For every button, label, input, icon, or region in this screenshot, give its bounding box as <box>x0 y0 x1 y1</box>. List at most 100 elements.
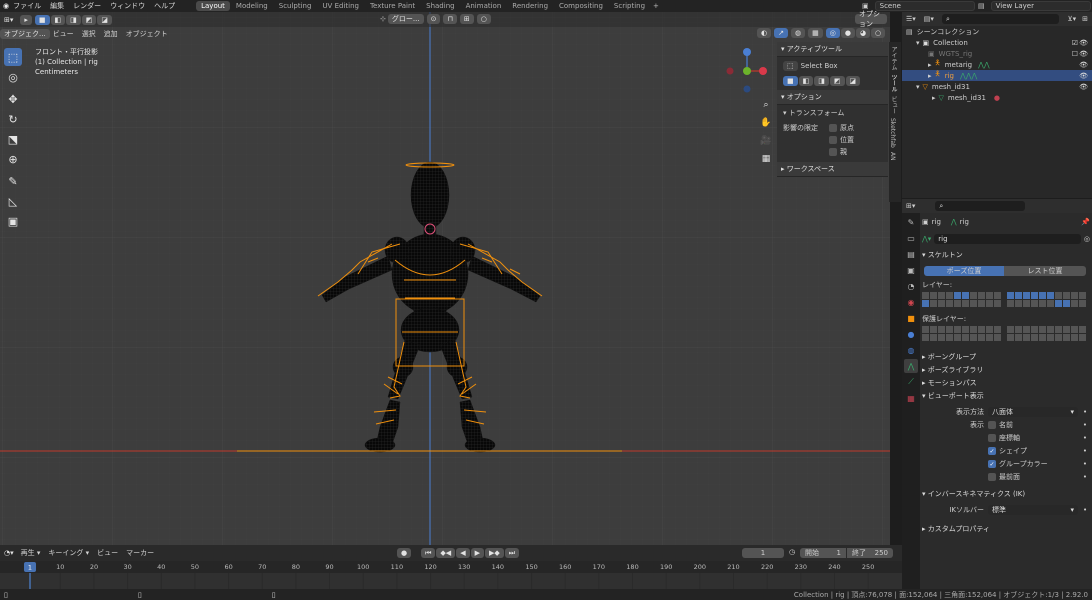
tab-sculpting[interactable]: Sculpting <box>274 1 317 11</box>
menu-add[interactable]: 追加 <box>104 29 118 39</box>
show-group-colors-checkbox[interactable]: ✓ <box>988 460 996 468</box>
current-frame-field[interactable]: 1 <box>742 548 784 558</box>
jump-end-icon[interactable]: ⏭ <box>504 548 520 558</box>
render-tab-icon[interactable]: ▭ <box>904 231 918 245</box>
mode-invert-icon[interactable]: ◩ <box>829 76 845 86</box>
perspective-grid-icon[interactable]: ▦ <box>757 150 775 168</box>
keyframe-dot-icon[interactable]: • <box>1083 447 1087 455</box>
jump-start-icon[interactable]: ⏮ <box>421 548 436 558</box>
properties-search-input[interactable]: ⌕ <box>935 201 1026 211</box>
timeline-view-menu[interactable]: ビュー <box>97 548 118 558</box>
mode-extend-icon[interactable]: ◧ <box>798 76 814 86</box>
properties-editor-icon[interactable]: ⊞▾ <box>906 202 915 210</box>
play-reverse-icon[interactable]: ◀ <box>456 548 470 558</box>
expand-icon[interactable]: ▸ <box>928 72 932 80</box>
transform-icon[interactable]: ⊕ <box>4 150 22 168</box>
menu-object[interactable]: オブジェクト <box>126 29 168 39</box>
select-mode-extend-icon[interactable]: ◧ <box>50 14 66 25</box>
pivot-icon[interactable]: ⊙ <box>426 14 441 24</box>
gizmo-toggle-icon[interactable]: ↗ <box>774 28 788 38</box>
end-frame-field[interactable]: 終了 250 <box>847 548 893 558</box>
menu-help[interactable]: ヘルプ <box>154 1 175 11</box>
outliner-rig[interactable]: ▸ 🯅 rig ⋀⋀⋀ 👁 <box>902 70 1092 81</box>
modifier-tab-icon[interactable]: ● <box>904 327 918 341</box>
playback-menu[interactable]: 再生 ▾ <box>21 548 41 558</box>
proportional-edit-icon[interactable]: ○ <box>476 14 491 24</box>
pan-hand-icon[interactable]: ✋ <box>757 114 775 132</box>
timeline-body[interactable] <box>0 573 902 589</box>
timeline-ruler[interactable]: 10 20 30 40 50 60 70 80 90 100 110 120 130 140 150 160 1… <box>0 561 902 573</box>
mode-new-icon[interactable]: ■ <box>783 76 798 86</box>
protected-layers-grid[interactable] <box>922 326 1088 342</box>
workspace-header[interactable]: ▸ ワークスペース <box>777 162 888 177</box>
select-mode-intersect-icon[interactable]: ◪ <box>97 14 113 25</box>
mode-subtract-icon[interactable]: ◨ <box>814 76 829 86</box>
select-mode-new-icon[interactable]: ■ <box>34 14 50 25</box>
exclude-checkbox-icon[interactable]: ☐ <box>1072 50 1078 58</box>
skeleton-section[interactable]: ▾ スケルトン <box>922 250 1090 262</box>
tool-tab-icon[interactable]: ✎ <box>904 215 918 229</box>
bone-tab-icon[interactable]: ⟋ <box>904 375 918 389</box>
pose-position-button[interactable]: ポーズ位置 <box>924 266 1004 276</box>
move-icon[interactable]: ✥ <box>4 90 22 108</box>
tab-an[interactable]: AN <box>889 152 896 161</box>
outliner-wgts[interactable]: ▣ WGTS_rig ☐ 👁 <box>902 48 1092 59</box>
select-mode-subtract-icon[interactable]: ◨ <box>66 14 81 25</box>
tab-sketchfab[interactable]: Sketchfab <box>889 118 896 148</box>
bone-groups-section[interactable]: ▸ ボーングループ <box>922 352 1090 365</box>
visibility-icon[interactable]: ◐ <box>757 28 772 38</box>
menu-file[interactable]: ファイル <box>13 1 41 11</box>
display-as-dropdown[interactable]: 八面体 ▾ <box>988 407 1078 417</box>
armature-data-dropdown-icon[interactable]: ⋀▾ <box>922 235 931 243</box>
marker-menu[interactable]: マーカー <box>126 548 154 558</box>
affect-origin-checkbox[interactable] <box>829 124 837 132</box>
eye-icon[interactable]: 👁 <box>1079 61 1088 69</box>
view-layer-tab-icon[interactable]: ▣ <box>904 263 918 277</box>
select-mode-invert-icon[interactable]: ◩ <box>81 14 97 25</box>
output-tab-icon[interactable]: ▤ <box>904 247 918 261</box>
eye-icon[interactable]: 👁 <box>1079 39 1088 47</box>
blender-logo-icon[interactable]: ◉ <box>3 2 9 10</box>
transform-orientation-dropdown[interactable]: グロー... <box>387 14 424 24</box>
outliner-editor-icon[interactable]: ☰▾ <box>906 15 916 23</box>
keyframe-dot-icon[interactable]: • <box>1083 434 1087 442</box>
exclude-checkbox-icon[interactable]: ☑ <box>1072 39 1078 47</box>
keyframe-dot-icon[interactable]: • <box>1083 460 1087 468</box>
add-workspace-icon[interactable]: + <box>653 2 659 10</box>
show-in-front-checkbox[interactable] <box>988 473 996 481</box>
keyframe-dot-icon[interactable]: • <box>1083 506 1087 514</box>
tab-texture-paint[interactable]: Texture Paint <box>365 1 420 11</box>
record-icon[interactable]: ● <box>397 548 412 558</box>
bone-layers-grid[interactable] <box>922 292 1088 308</box>
keying-menu[interactable]: キーイング ▾ <box>48 548 89 558</box>
select-tool-icon[interactable]: ▸ <box>20 14 32 25</box>
xray-icon[interactable]: ▦ <box>808 28 823 38</box>
tab-item[interactable]: アイテム <box>889 46 898 70</box>
zoom-icon[interactable]: ⌕ <box>757 96 775 114</box>
scale-icon[interactable]: ⬔ <box>4 130 22 148</box>
rest-position-button[interactable]: レスト位置 <box>1004 266 1086 276</box>
ruler-canvas[interactable]: 10 20 30 40 50 60 70 80 90 100 110 120 130 140 150 160 1… <box>0 561 902 573</box>
options-dropdown[interactable]: オプション <box>855 10 887 28</box>
rotate-icon[interactable]: ↻ <box>4 110 22 128</box>
keyframe-dot-icon[interactable]: • <box>1083 473 1087 481</box>
ik-section[interactable]: ▾ インバースキネマティクス (IK) <box>922 489 1090 502</box>
outliner-collection[interactable]: ▾ ▣ Collection ☑ 👁 <box>902 37 1092 48</box>
mode-intersect-icon[interactable]: ◪ <box>845 76 861 86</box>
tab-rendering[interactable]: Rendering <box>507 1 553 11</box>
snap-icon[interactable]: ⊓ <box>443 14 457 24</box>
fake-user-icon[interactable]: ◎ <box>1084 235 1090 243</box>
show-names-checkbox[interactable] <box>988 421 996 429</box>
menu-edit[interactable]: 編集 <box>50 1 64 11</box>
options-header[interactable]: ▾ オプション <box>777 90 888 105</box>
keyframe-dot-icon[interactable]: • <box>1083 408 1087 416</box>
world-tab-icon[interactable]: ◉ <box>904 295 918 309</box>
tab-tool[interactable]: ツール <box>889 74 898 92</box>
outliner-metarig[interactable]: ▸ 🯅 metarig ⋀⋀ 👁 <box>902 59 1092 70</box>
3d-viewport[interactable] <box>0 12 890 545</box>
timeline-canvas[interactable] <box>0 573 902 589</box>
measure-icon[interactable]: ◺ <box>4 192 22 210</box>
tab-shading[interactable]: Shading <box>421 1 459 11</box>
select-box-row[interactable]: ⬚ Select Box <box>783 61 882 71</box>
prev-keyframe-icon[interactable]: ◆◀ <box>436 548 456 558</box>
